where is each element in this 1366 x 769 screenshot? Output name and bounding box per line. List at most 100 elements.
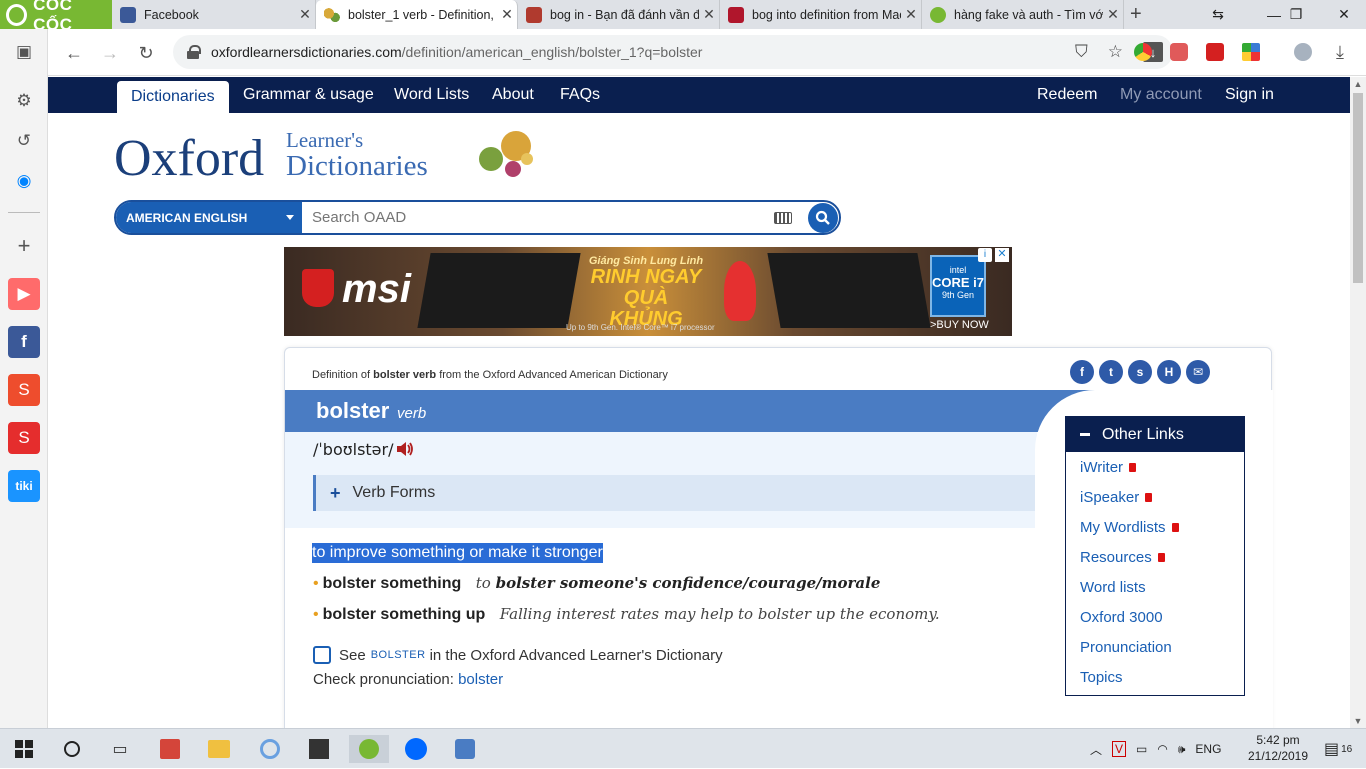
extension-red-icon[interactable] <box>1206 43 1224 61</box>
shopee-icon[interactable]: S <box>8 374 40 406</box>
close-icon[interactable]: ✕ <box>295 6 315 23</box>
coccoc-taskbar-icon[interactable] <box>349 735 389 763</box>
other-link-topics[interactable]: Topics <box>1080 669 1123 686</box>
bookmark-star-icon[interactable]: ☆ <box>1108 42 1123 62</box>
speaker-icon[interactable] <box>395 440 415 458</box>
paint-icon[interactable] <box>256 735 284 763</box>
ad-buy-now[interactable]: >BUY NOW <box>930 319 989 331</box>
sticky-notes-icon[interactable] <box>305 735 333 763</box>
close-icon[interactable]: ✕ <box>901 6 921 23</box>
restore-button[interactable]: ❐ <box>1274 0 1318 29</box>
dictionary-select[interactable]: AMERICAN ENGLISH <box>116 202 302 233</box>
other-link-iwriter[interactable]: iWriter <box>1080 459 1137 476</box>
other-link-ispeaker[interactable]: iSpeaker <box>1080 489 1153 506</box>
scrollbar-thumb[interactable] <box>1353 93 1363 283</box>
logo-oxford-text: Oxford <box>114 130 265 187</box>
back-button[interactable]: ← <box>60 39 88 67</box>
app-star-icon[interactable] <box>451 735 479 763</box>
scroll-up-icon[interactable]: ▲ <box>1350 77 1366 91</box>
reload-button[interactable]: ↻ <box>132 39 160 67</box>
other-link-oxford-3000[interactable]: Oxford 3000 <box>1080 609 1163 626</box>
oxford-favicon-icon <box>324 6 340 23</box>
nav-my-account[interactable]: My account <box>1120 77 1202 113</box>
facebook-share-icon[interactable]: f <box>1070 360 1094 384</box>
email-share-icon[interactable]: ✉ <box>1186 360 1210 384</box>
zalo-icon[interactable] <box>402 735 430 763</box>
address-bar[interactable]: oxfordlearnersdictionaries.com/definitio… <box>173 35 1173 69</box>
tiki-icon[interactable]: tiki <box>8 470 40 502</box>
new-tab-button[interactable]: + <box>1130 3 1142 26</box>
check-pronunciation-link[interactable]: bolster <box>458 671 503 688</box>
messenger-icon[interactable]: ◉ <box>8 165 40 197</box>
history-icon[interactable]: ↺ <box>8 125 40 157</box>
verb-forms-toggle[interactable]: + Verb Forms <box>313 475 1037 511</box>
other-link-pronunciation[interactable]: Pronunciation <box>1080 639 1172 656</box>
chevron-up-icon[interactable]: ︿ <box>1090 741 1102 758</box>
app-icon[interactable] <box>156 735 184 763</box>
add-sidebar-app-icon[interactable]: + <box>8 230 40 262</box>
tab-bog-in[interactable]: bog in - Bạn đã đánh vần đúng ✕ <box>518 0 720 29</box>
advertisement-banner[interactable]: msi Giáng Sinh Lung Linh RINH NGAY QUÀ K… <box>284 247 1012 336</box>
sidebar-toggle-icon[interactable]: ▣ <box>8 36 40 68</box>
nav-sign-in[interactable]: Sign in <box>1225 77 1274 113</box>
ad-close-icon[interactable]: ✕ <box>995 248 1009 262</box>
twitter-share-icon[interactable]: t <box>1099 360 1123 384</box>
tab-bolster[interactable]: bolster_1 verb - Definition, pictures, p… <box>316 0 518 29</box>
other-link-word-lists[interactable]: Word lists <box>1080 579 1146 596</box>
file-explorer-icon[interactable] <box>205 735 233 763</box>
nav-word-lists[interactable]: Word Lists <box>394 77 469 113</box>
keyboard-icon[interactable] <box>774 211 792 224</box>
tab-list-icon[interactable]: ⇆ <box>1196 0 1240 29</box>
volume-icon[interactable]: 🕪 <box>1178 742 1186 757</box>
entry-card: Definition of bolster verb from the Oxfo… <box>284 347 1273 728</box>
web-page: Dictionaries Grammar & usage Word Lists … <box>48 77 1350 728</box>
clock[interactable]: 5:42 pm 21/12/2019 <box>1246 732 1310 764</box>
shield-icon[interactable]: ⛉ <box>1075 42 1088 62</box>
search-button[interactable] <box>808 202 838 233</box>
windows-start-icon[interactable] <box>10 735 38 763</box>
other-link-resources[interactable]: Resources <box>1080 549 1165 566</box>
page-scrollbar[interactable]: ▲ ▼ <box>1350 77 1366 728</box>
nav-about[interactable]: About <box>492 77 534 113</box>
stumbleupon-share-icon[interactable]: s <box>1128 360 1152 384</box>
notification-center[interactable]: ▤ 16 <box>1324 729 1352 769</box>
other-link-my-wordlists[interactable]: My Wordlists <box>1080 519 1179 536</box>
nav-dictionaries[interactable]: Dictionaries <box>117 81 229 113</box>
settings-gear-icon[interactable]: ⚙ <box>8 85 40 117</box>
extension-shield-icon[interactable] <box>1170 43 1188 61</box>
forward-button[interactable]: → <box>96 39 124 67</box>
close-icon[interactable]: ✕ <box>497 6 517 23</box>
search-circle-icon[interactable] <box>58 735 86 763</box>
coccoc-menu-button[interactable]: CỐC CỐC <box>0 0 112 34</box>
close-icon[interactable]: ✕ <box>1103 6 1123 23</box>
youtube-icon[interactable]: ▶ <box>8 278 40 310</box>
wifi-icon[interactable]: ◠ <box>1157 742 1167 756</box>
close-window-button[interactable]: ✕ <box>1322 0 1366 29</box>
nav-faqs[interactable]: FAQs <box>560 77 600 113</box>
nav-grammar-usage[interactable]: Grammar & usage <box>243 77 374 113</box>
language-indicator[interactable]: ENG <box>1195 742 1221 756</box>
vietkey-icon[interactable]: V <box>1112 741 1127 757</box>
lock-icon[interactable] <box>187 45 201 59</box>
sendo-icon[interactable]: S <box>8 422 40 454</box>
downloads-icon[interactable]: ⤓ <box>1326 38 1354 66</box>
nav-redeem[interactable]: Redeem <box>1037 77 1097 113</box>
tab-facebook[interactable]: Facebook ✕ <box>112 0 316 29</box>
see-word-link[interactable]: BOLSTER <box>371 649 426 661</box>
other-link-label: Oxford 3000 <box>1080 609 1163 626</box>
intel-line3: 9th Gen <box>941 290 975 300</box>
facebook-sidebar-icon[interactable]: f <box>8 326 40 358</box>
tab-google-search[interactable]: hàng fake và auth - Tìm với Google ✕ <box>922 0 1124 29</box>
other-links-header[interactable]: Other Links <box>1066 417 1244 452</box>
close-icon[interactable]: ✕ <box>699 6 719 23</box>
task-view-icon[interactable]: ▭ <box>106 735 134 763</box>
profile-avatar[interactable] <box>1294 43 1312 61</box>
battery-icon[interactable]: ▭ <box>1136 742 1147 756</box>
extension-grid-icon[interactable] <box>1242 43 1260 61</box>
tab-macmillan[interactable]: bog into definition from Macmillan ✕ <box>720 0 922 29</box>
search-input[interactable] <box>302 209 774 226</box>
ad-info-icon[interactable]: i <box>978 248 992 262</box>
scroll-down-icon[interactable]: ▼ <box>1350 714 1366 728</box>
hyves-share-icon[interactable]: H <box>1157 360 1181 384</box>
extension-icon[interactable] <box>1134 43 1152 61</box>
